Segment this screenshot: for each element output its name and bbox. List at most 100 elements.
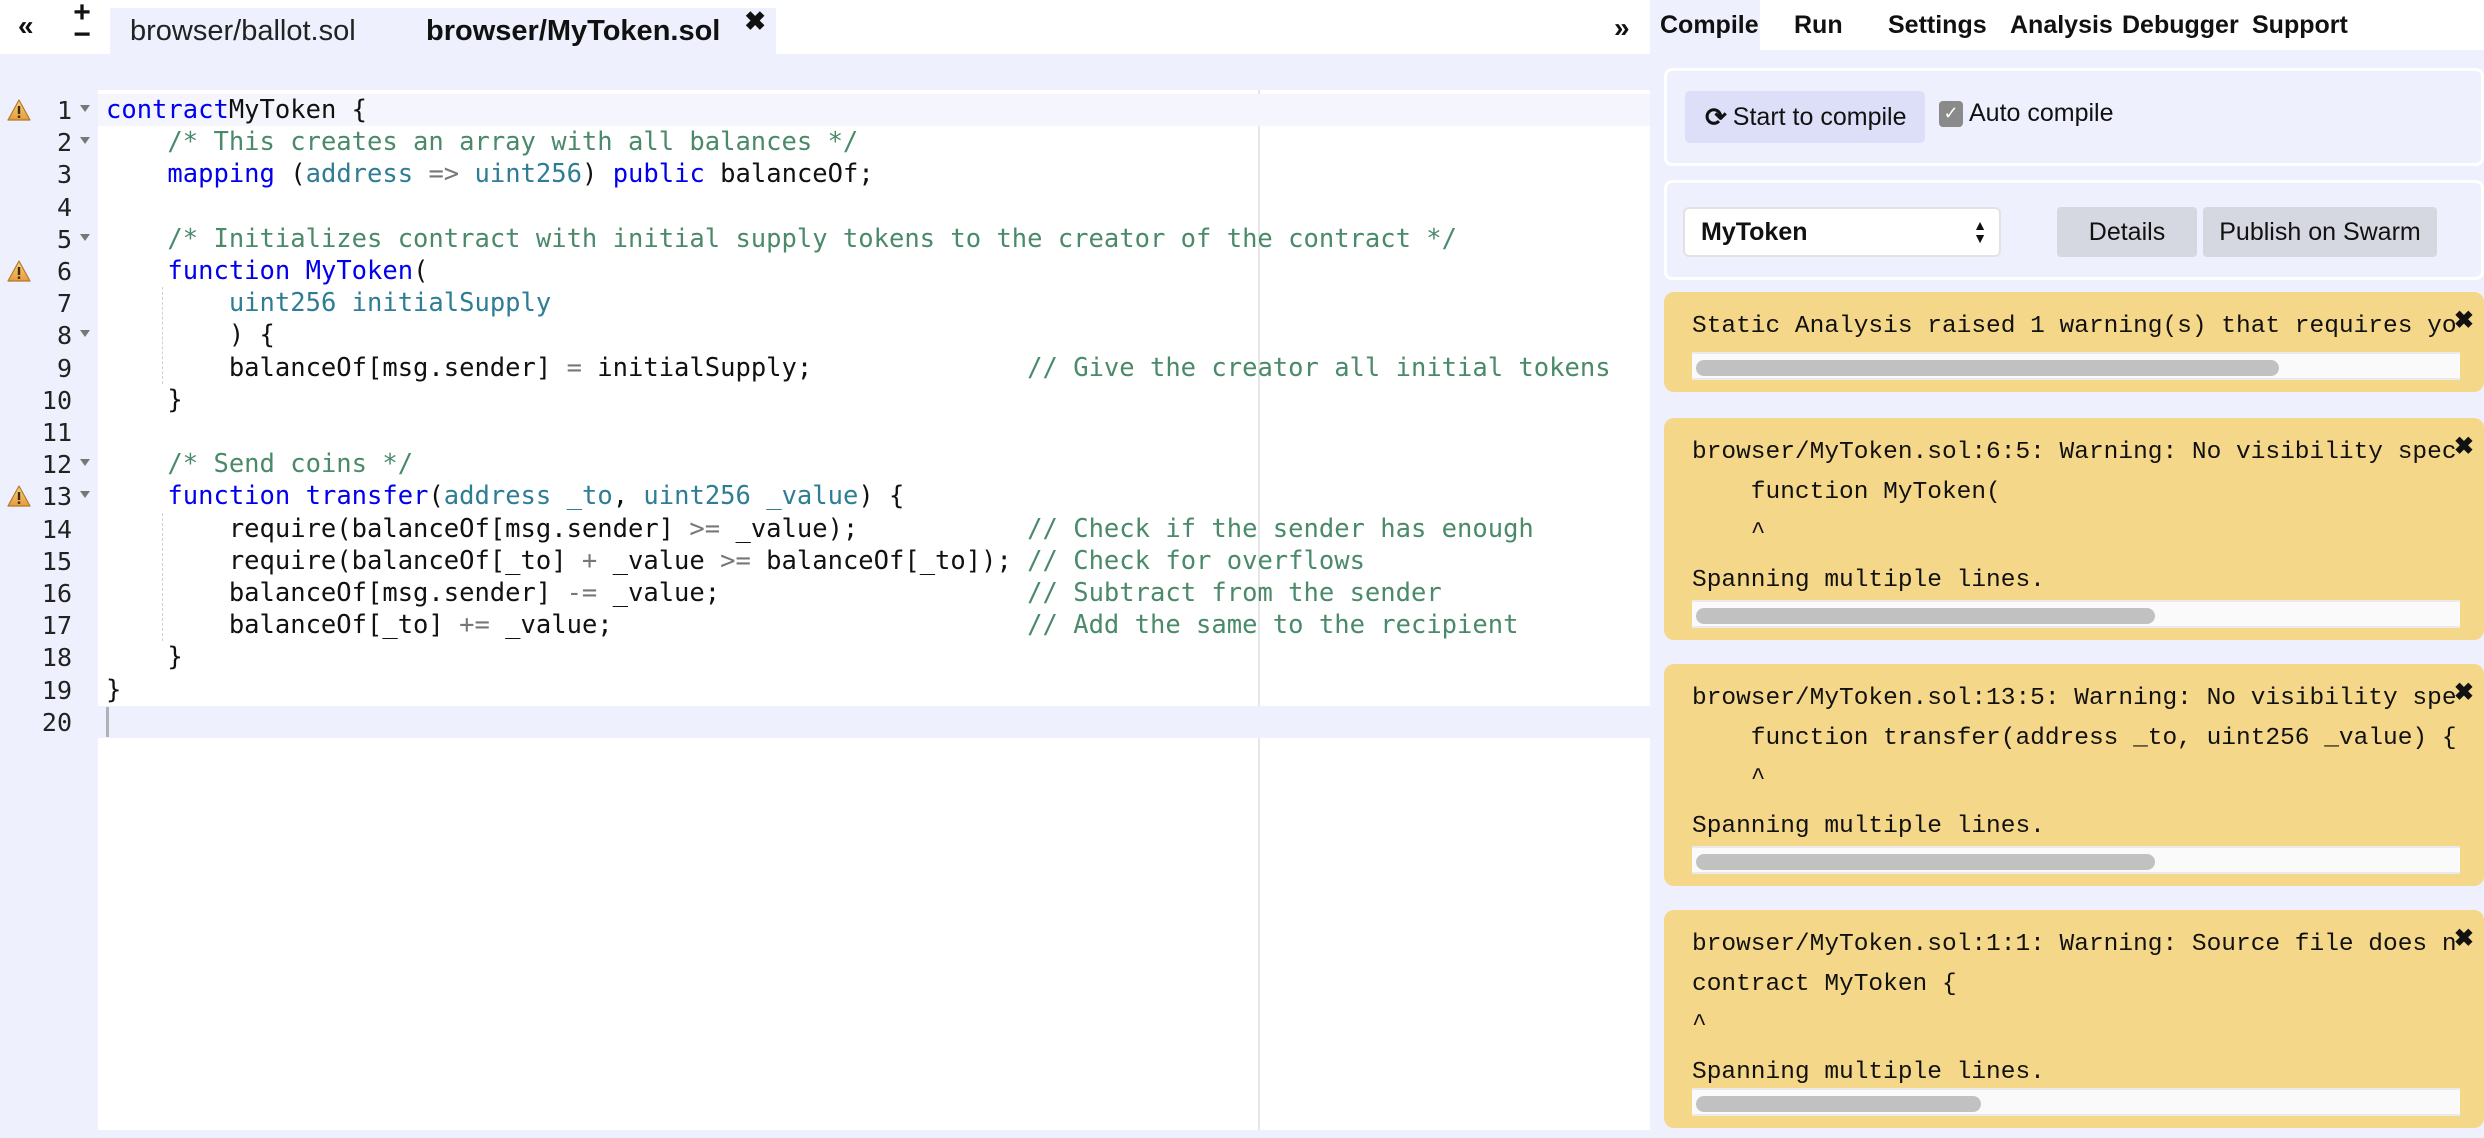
text-cursor <box>106 706 109 737</box>
gutter-line[interactable]: 9 <box>0 352 98 384</box>
code-line[interactable]: function MyToken( <box>106 255 428 287</box>
gutter-line[interactable]: 19 <box>0 674 98 706</box>
gutter-line[interactable]: 18 <box>0 641 98 673</box>
indent-guide <box>162 512 163 642</box>
code-operator: >= <box>689 513 721 544</box>
code-line[interactable]: /* This creates an array with all balanc… <box>106 126 858 158</box>
tab-debugger[interactable]: Debugger <box>2122 0 2252 50</box>
code-text: balanceOf[_to] <box>106 610 460 641</box>
publish-swarm-button[interactable]: Publish on Swarm <box>2203 207 2437 257</box>
close-warning-icon[interactable]: ✖ <box>2454 306 2474 335</box>
gutter-line[interactable]: 4 <box>0 191 98 223</box>
code-comment: // Give the creator all initial tokens <box>1027 352 1611 383</box>
close-warning-icon[interactable]: ✖ <box>2454 678 2474 707</box>
code-line[interactable]: require(balanceOf[_to] + _value >= balan… <box>106 545 1365 577</box>
horizontal-scrollbar[interactable] <box>1692 1088 2460 1116</box>
line-number: 2 <box>56 128 72 158</box>
file-tab-mytoken[interactable]: browser/MyToken.sol ✖ <box>406 6 776 54</box>
details-button[interactable]: Details <box>2057 207 2197 257</box>
gutter-line[interactable]: 17 <box>0 609 98 641</box>
code-line[interactable]: balanceOf[msg.sender] = initialSupply; /… <box>106 352 1611 384</box>
checkbox-checked-icon: ✓ <box>1939 100 1963 127</box>
code-line[interactable]: balanceOf[msg.sender] -= _value; // Subt… <box>106 577 1442 609</box>
code-comment: // Add the same to the recipient <box>1027 610 1519 641</box>
tab-analysis[interactable]: Analysis <box>2004 0 2122 50</box>
line-number: 16 <box>41 579 72 608</box>
code-comment: /* This creates an array with all balanc… <box>167 127 859 158</box>
auto-compile-checkbox[interactable]: ✓ Auto compile <box>1939 99 2114 128</box>
tab-support[interactable]: Support <box>2252 0 2372 50</box>
gutter-line[interactable]: 2 <box>0 126 98 158</box>
warning-message: browser/MyToken.sol:1:1: Warning: Source… <box>1664 910 2484 1128</box>
gutter-line[interactable]: 15 <box>0 545 98 577</box>
contract-select[interactable]: MyToken ▲ ▼ <box>1683 207 2001 257</box>
scrollbar-thumb[interactable] <box>1696 1096 1981 1112</box>
close-tab-icon[interactable]: ✖ <box>744 6 766 37</box>
line-number: 5 <box>56 224 72 254</box>
warning-text-line: Spanning multiple lines. <box>1692 567 2045 594</box>
fold-arrow-icon[interactable] <box>80 330 90 338</box>
gutter-line[interactable]: 20 <box>0 706 98 738</box>
fold-arrow-icon[interactable] <box>80 491 90 499</box>
gutter-line[interactable]: 14 <box>0 513 98 545</box>
code-line[interactable]: /* Initializes contract with initial sup… <box>106 223 1457 255</box>
tab-compile[interactable]: Compile <box>1650 0 1760 50</box>
code-text: ) { <box>858 481 905 512</box>
gutter-line[interactable]: 5 <box>0 223 98 255</box>
warning-icon[interactable] <box>6 484 32 508</box>
warning-text-line: function transfer(address _to, uint256 _… <box>1692 725 2457 752</box>
line-number: 8 <box>56 321 72 351</box>
code-keyword: mapping <box>167 159 275 190</box>
code-line[interactable]: } <box>106 674 121 706</box>
gutter-line[interactable]: 3 <box>0 158 98 190</box>
horizontal-scrollbar[interactable] <box>1692 600 2460 628</box>
code-text: balanceOf[msg.sender] <box>106 578 567 608</box>
code-line[interactable]: balanceOf[_to] += _value; // Add the sam… <box>106 609 1519 641</box>
start-compile-button[interactable]: ⟳ Start to compile <box>1685 91 1925 143</box>
close-warning-icon[interactable]: ✖ <box>2454 924 2474 953</box>
code-line[interactable]: mapping (address => uint256) public bala… <box>106 158 873 190</box>
gutter-line[interactable]: 16 <box>0 577 98 609</box>
gutter-line[interactable]: 10 <box>0 384 98 416</box>
gutter-line[interactable]: 7 <box>0 287 98 319</box>
code-text: } <box>106 642 183 673</box>
gutter-line[interactable]: 8 <box>0 319 98 351</box>
contract-select-value: MyToken <box>1701 217 1808 246</box>
code-line[interactable]: /* Send coins */ <box>106 448 413 480</box>
tab-run[interactable]: Run <box>1760 0 1884 50</box>
code-line[interactable]: contractMyToken { <box>106 94 367 126</box>
gutter-line[interactable]: 12 <box>0 448 98 480</box>
gutter-line[interactable]: 6 <box>0 255 98 287</box>
gutter-line[interactable]: 13 <box>0 480 98 512</box>
file-tab-ballot[interactable]: browser/ballot.sol <box>110 8 410 54</box>
code-text: balanceOf[_to]); <box>750 545 1028 576</box>
code-line[interactable]: ) { <box>106 319 275 351</box>
code-line[interactable]: uint256 initialSupply <box>106 287 551 319</box>
collapse-left-panel-icon[interactable]: « <box>18 12 34 40</box>
horizontal-scrollbar[interactable] <box>1692 846 2460 874</box>
code-line[interactable]: function transfer(address _to, uint256 _… <box>106 480 904 512</box>
code-line[interactable]: require(balanceOf[msg.sender] >= _value)… <box>106 513 1534 545</box>
collapse-right-panel-icon[interactable]: » <box>1614 12 1630 44</box>
close-warning-icon[interactable]: ✖ <box>2454 432 2474 461</box>
decrease-font-icon[interactable]: − <box>73 20 91 50</box>
fold-arrow-icon[interactable] <box>80 459 90 467</box>
fold-arrow-icon[interactable] <box>80 137 90 145</box>
scrollbar-thumb[interactable] <box>1696 608 2155 624</box>
code-line[interactable]: } <box>106 384 182 416</box>
code-line[interactable]: } <box>106 641 183 673</box>
warning-icon[interactable] <box>6 259 32 283</box>
gutter-line[interactable]: 11 <box>0 416 98 448</box>
start-compile-label: Start to compile <box>1732 102 1907 131</box>
scrollbar-thumb[interactable] <box>1696 360 2279 376</box>
fold-arrow-icon[interactable] <box>80 105 90 112</box>
warning-text-line: contract MyToken { <box>1692 971 1957 998</box>
gutter-line[interactable]: 1 <box>0 94 98 126</box>
scrollbar-thumb[interactable] <box>1696 854 2155 870</box>
tab-settings[interactable]: Settings <box>1884 0 2004 50</box>
horizontal-scrollbar[interactable] <box>1692 352 2460 380</box>
fold-arrow-icon[interactable] <box>80 233 90 241</box>
warning-icon[interactable] <box>6 98 32 122</box>
